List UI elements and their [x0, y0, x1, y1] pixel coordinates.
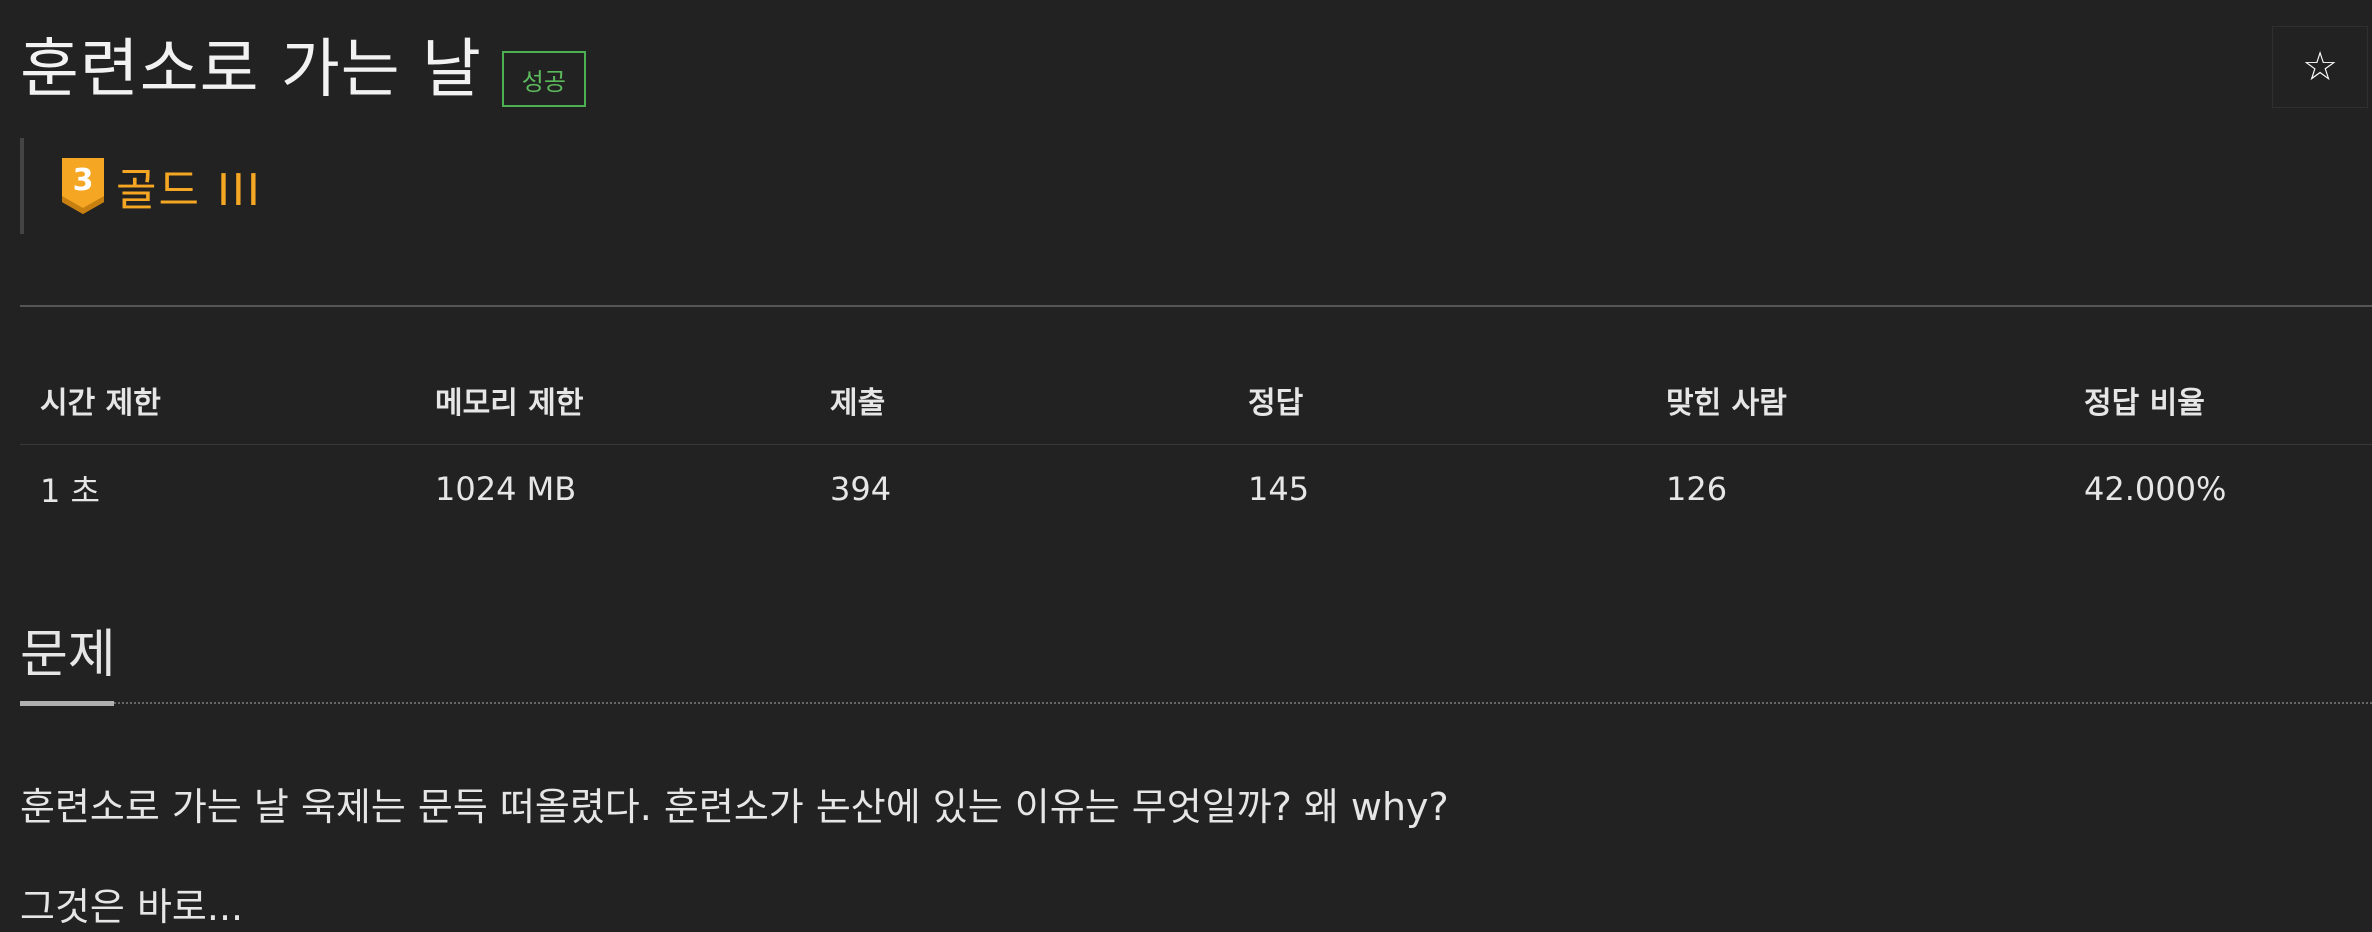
tier-number: 3: [73, 163, 94, 198]
star-icon: ☆: [2302, 44, 2338, 90]
tier-block: 3 골드 III: [20, 138, 262, 234]
stats-value-accepted: 145: [1248, 470, 1310, 508]
stats-header-accept-ratio: 정답 비율: [2064, 356, 2372, 445]
section-title: 문제: [20, 625, 116, 685]
stats-header-accepted: 정답: [1228, 356, 1646, 445]
stats-value-solvers: 126: [1666, 470, 1728, 508]
problem-section-header: 문제: [20, 606, 2372, 706]
tier-label: 골드 III: [116, 165, 262, 216]
stats-header-time-limit: 시간 제한: [20, 356, 415, 445]
section-underline: [20, 701, 114, 706]
stats-header-submissions: 제출: [810, 356, 1228, 445]
gold-tier-icon: 3: [62, 158, 104, 214]
stats-value-submissions: 394: [830, 470, 892, 508]
favorite-button[interactable]: ☆: [2272, 26, 2368, 108]
problem-paragraph: 그것은 바로...: [20, 885, 244, 929]
stats-value-memory-limit: 1024 MB: [435, 470, 577, 508]
stats-header-solvers: 맞힌 사람: [1646, 356, 2064, 445]
header-divider: [20, 305, 2372, 307]
problem-stats-table: 시간 제한 메모리 제한 제출 정답 맞힌 사람 정답 비율 1 초 1024 …: [20, 356, 2372, 533]
problem-title: 훈련소로 가는 날: [20, 33, 482, 107]
stats-value-accept-ratio: 42.000%: [2084, 470, 2227, 508]
problem-paragraph: 훈련소로 가는 날 욱제는 문득 떠올렸다. 훈련소가 논산에 있는 이유는 무…: [20, 785, 1449, 829]
title-row: 훈련소로 가는 날 성공: [20, 22, 586, 118]
problem-page: 훈련소로 가는 날 성공 ☆ 3 골드 III 시간 제한 메모리 제한 제출 …: [0, 0, 2372, 932]
stats-value-row: 1 초 1024 MB 394 145 126 42.000%: [20, 445, 2372, 534]
section-dotted-rule: [114, 702, 2372, 704]
status-badge: 성공: [501, 51, 586, 107]
stats-header-memory-limit: 메모리 제한: [415, 356, 810, 445]
stats-header-row: 시간 제한 메모리 제한 제출 정답 맞힌 사람 정답 비율: [20, 356, 2372, 445]
stats-value-time-limit: 1 초: [40, 472, 100, 510]
